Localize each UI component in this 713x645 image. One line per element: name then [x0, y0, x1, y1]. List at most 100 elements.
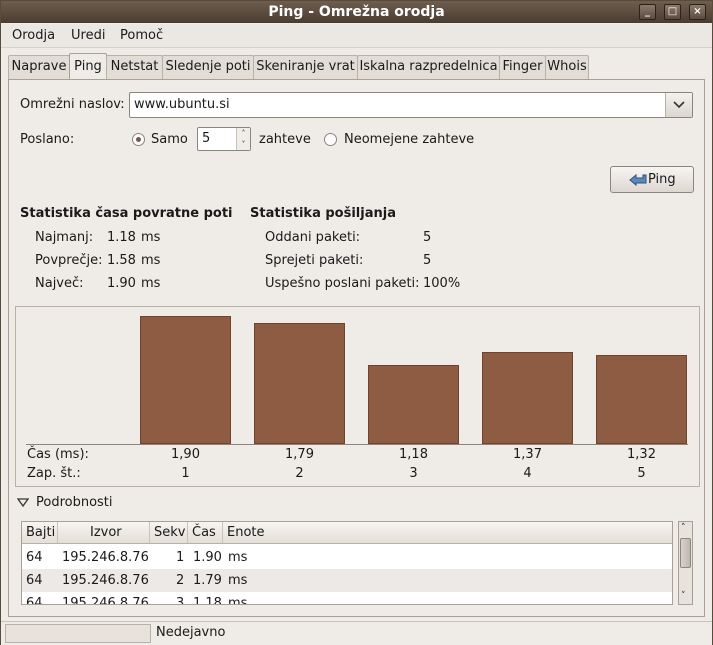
rtt-min-unit: ms — [141, 230, 161, 245]
spin-up-icon[interactable]: ˄ — [237, 128, 250, 139]
cell-unit: ms — [228, 550, 248, 565]
rtt-min-value: 1.18 — [107, 230, 136, 245]
cell-source: 195.246.8.76 — [62, 596, 149, 605]
packets-sent-value: 5 — [423, 230, 432, 245]
rtt-heading: Statistika časa povratne poti — [20, 206, 233, 221]
spinner-arrows[interactable]: ˄ ˅ — [236, 128, 250, 150]
status-bar: Nedejavno — [1, 621, 712, 645]
packets-sent-label: Oddani paketi: — [265, 230, 361, 245]
maximize-button[interactable]: □ — [664, 4, 681, 20]
tab-finger[interactable]: Finger — [499, 55, 546, 79]
minimize-button[interactable]: _ — [639, 4, 656, 20]
menu-tools[interactable]: Orodja — [12, 28, 55, 43]
unlimited-label: Neomejene zahteve — [344, 132, 475, 147]
chart-time-label: Čas (ms): — [27, 447, 89, 462]
ping-arrow-icon — [629, 173, 647, 187]
address-dropdown-button[interactable] — [665, 93, 692, 117]
chart-value-label: 1,32 — [627, 447, 656, 462]
col-seq[interactable]: Sekv — [150, 522, 188, 544]
chart-baseline — [26, 444, 688, 445]
menu-bar: Orodja Uredi Pomoč — [1, 24, 712, 48]
rtt-avg-label: Povprečje: — [35, 253, 103, 268]
col-source[interactable]: Izvor — [58, 522, 150, 544]
chart-bar-5 — [596, 355, 687, 444]
col-time[interactable]: Čas — [188, 522, 223, 544]
chart-bar-3 — [368, 365, 459, 444]
send-heading: Statistika pošiljanja — [250, 206, 396, 221]
app-window: Ping - Omrežna orodja _ □ × Orodja Uredi… — [0, 0, 713, 645]
details-scrollbar[interactable]: ˄ ˅ — [678, 521, 693, 605]
packets-received-label: Sprejeti paketi: — [265, 253, 364, 268]
chart-value-label: 1,79 — [285, 447, 314, 462]
cell-unit: ms — [228, 596, 248, 605]
table-row[interactable]: 64 195.246.8.76 2 1.79 ms — [22, 569, 672, 592]
chevron-down-icon — [673, 101, 685, 109]
sent-label: Poslano: — [20, 132, 75, 147]
cell-unit: ms — [228, 573, 248, 588]
cell-seq: 2 — [176, 573, 185, 588]
chart-category-label: 5 — [637, 466, 646, 481]
packets-received-value: 5 — [423, 253, 432, 268]
cell-time: 1.18 — [193, 596, 222, 605]
cell-seq: 3 — [176, 596, 185, 605]
scrollbar-thumb[interactable] — [680, 538, 691, 568]
chart-bar-1 — [140, 316, 231, 444]
cell-time: 1.79 — [193, 573, 222, 588]
ping-button-label: Ping — [648, 172, 676, 187]
scroll-down-icon[interactable]: ˅ — [681, 590, 686, 602]
address-value[interactable]: www.ubuntu.si — [134, 97, 230, 112]
tab-netstat[interactable]: Netstat — [106, 55, 163, 79]
rtt-max-unit: ms — [141, 276, 161, 291]
close-button[interactable]: × — [689, 4, 706, 20]
tab-devices[interactable]: Naprave — [8, 55, 70, 79]
chart-category-label: 4 — [523, 466, 532, 481]
chart-category-label: 1 — [181, 466, 190, 481]
expander-triangle-icon — [17, 498, 29, 508]
chart-bar-4 — [482, 352, 573, 444]
scroll-up-icon[interactable]: ˄ — [681, 522, 686, 534]
radio-unlimited[interactable] — [324, 133, 337, 146]
menu-help[interactable]: Pomoč — [120, 28, 163, 43]
tab-lookup[interactable]: Iskalna razpredelnica — [357, 55, 500, 79]
chart-value-label: 1,18 — [399, 447, 428, 462]
rtt-avg-value: 1.58 — [107, 253, 136, 268]
col-unit[interactable]: Enote — [223, 522, 672, 544]
rtt-avg-unit: ms — [141, 253, 161, 268]
window-title: Ping - Omrežna orodja — [268, 4, 445, 20]
only-label: Samo — [151, 132, 188, 147]
cell-bytes: 64 — [26, 573, 43, 588]
success-rate-value: 100% — [423, 276, 461, 291]
tab-traceroute[interactable]: Sledenje poti — [162, 55, 254, 79]
spin-down-icon[interactable]: ˅ — [237, 139, 250, 150]
tab-port-scan[interactable]: Skeniranje vrat — [253, 55, 358, 79]
status-text: Nedejavno — [156, 625, 226, 640]
rtt-max-value: 1.90 — [107, 276, 136, 291]
request-count-spinner[interactable]: 5 ˄ ˅ — [197, 127, 251, 151]
rtt-max-label: Največ: — [35, 276, 84, 291]
chart-category-label: 2 — [295, 466, 304, 481]
title-bar: Ping - Omrežna orodja _ □ × — [1, 1, 712, 23]
cell-source: 195.246.8.76 — [62, 550, 149, 565]
table-row[interactable]: 64 195.246.8.76 3 1.18 ms — [22, 592, 672, 605]
tab-ping[interactable]: Ping — [69, 53, 107, 78]
chart-seq-label: Zap. št.: — [27, 466, 81, 481]
radio-only[interactable] — [132, 133, 145, 146]
col-bytes[interactable]: Bajti — [22, 522, 58, 544]
cell-source: 195.246.8.76 — [62, 573, 149, 588]
menu-edit[interactable]: Uredi — [71, 28, 105, 43]
chart-category-label: 3 — [409, 466, 418, 481]
rtt-bar-chart: Čas (ms): Zap. št.: 1,90 1 1,79 2 1,18 3 1,37 4… — [15, 306, 700, 487]
chart-bar-2 — [254, 323, 345, 444]
chart-value-label: 1,37 — [513, 447, 542, 462]
rtt-min-label: Najmanj: — [35, 230, 94, 245]
address-combo[interactable]: www.ubuntu.si — [129, 92, 693, 118]
cell-bytes: 64 — [26, 596, 43, 605]
success-rate-label: Uspešno poslani paketi: — [265, 276, 420, 291]
cell-bytes: 64 — [26, 550, 43, 565]
cell-seq: 1 — [176, 550, 185, 565]
tab-whois[interactable]: Whois — [545, 55, 589, 79]
ping-button[interactable]: Ping — [610, 166, 694, 193]
address-label: Omrežni naslov: — [20, 97, 125, 112]
request-count-value[interactable]: 5 — [202, 131, 210, 146]
table-row[interactable]: 64 195.246.8.76 1 1.90 ms — [22, 546, 672, 569]
